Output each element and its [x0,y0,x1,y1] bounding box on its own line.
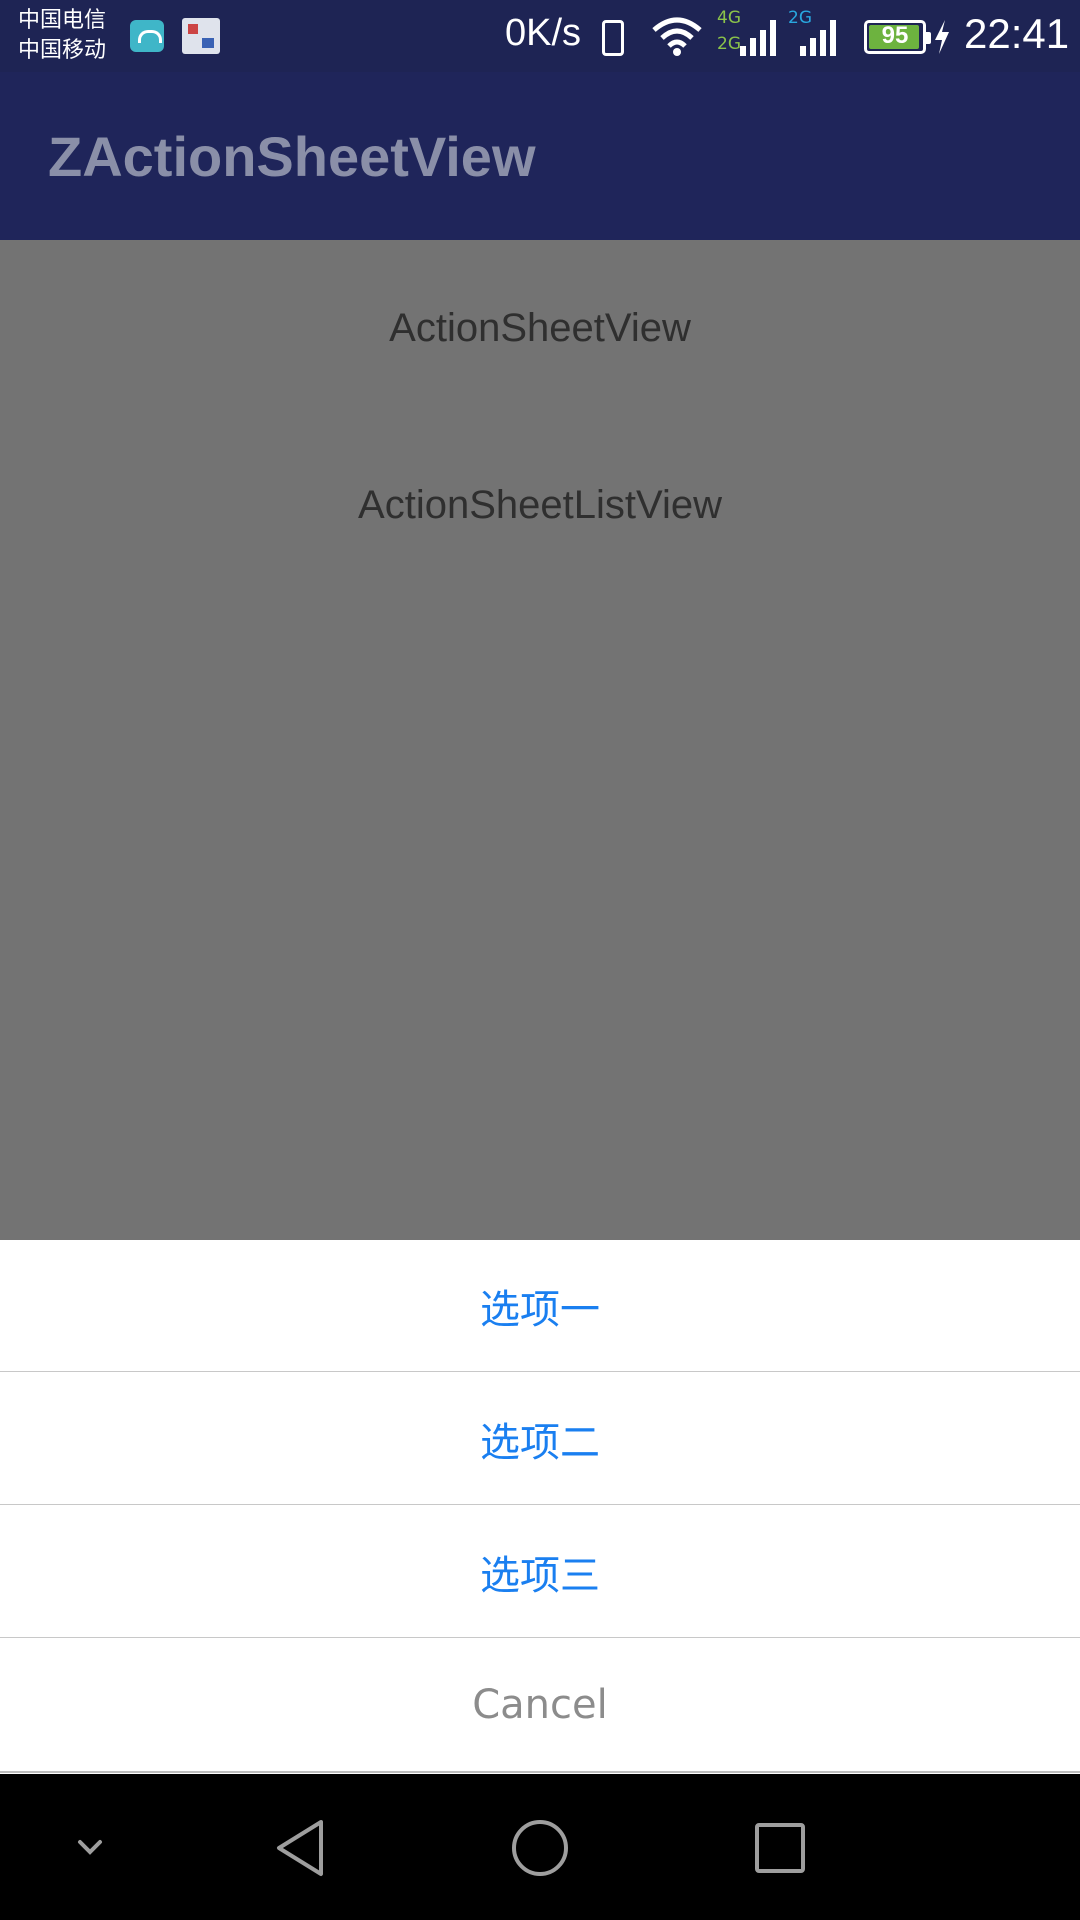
signal-icon [740,16,776,56]
app-title: ZActionSheetView [48,125,536,188]
battery-tip [926,32,931,44]
wifi-icon [652,17,702,56]
option-2-button[interactable]: 选项二 [0,1373,1080,1505]
content-overlay[interactable]: ActionSheetView ActionSheetListView [0,240,1080,1240]
action-sheet: 选项一 选项二 选项三 Cancel [0,1240,1080,1774]
gallery-app-icon [182,18,220,54]
recents-icon[interactable] [730,1776,830,1920]
vibrate-icon [602,20,624,56]
app-bar: ZActionSheetView [0,72,1080,240]
navigation-bar [0,1776,1080,1920]
action-sheet-view-link[interactable]: ActionSheetView [0,306,1080,351]
network-4g-label: 4G [717,8,741,28]
status-bar: 中国电信 中国移动 0K/s 4G 2G 2G 95 22:41 [0,0,1080,72]
back-icon[interactable] [250,1776,350,1920]
battery-icon: 95 [864,20,931,54]
option-1-button[interactable]: 选项一 [0,1240,1080,1372]
carrier-1: 中国电信 [18,8,107,33]
battery-level: 95 [881,22,909,49]
carrier-2: 中国移动 [18,38,107,63]
net-speed: 0K/s [505,12,582,54]
signal-icon-2 [800,16,836,56]
network-2g-label-1: 2G [717,34,741,54]
clock: 22:41 [964,10,1070,57]
option-3-button[interactable]: 选项三 [0,1506,1080,1638]
cancel-button[interactable]: Cancel [0,1639,1080,1773]
home-icon[interactable] [490,1776,590,1920]
android-app-icon [130,20,164,52]
carrier-info: 中国电信 中国移动 [18,6,106,66]
action-sheet-list-view-link[interactable]: ActionSheetListView [0,483,1080,528]
charging-icon [935,20,949,54]
chevron-down-icon[interactable] [40,1776,140,1920]
